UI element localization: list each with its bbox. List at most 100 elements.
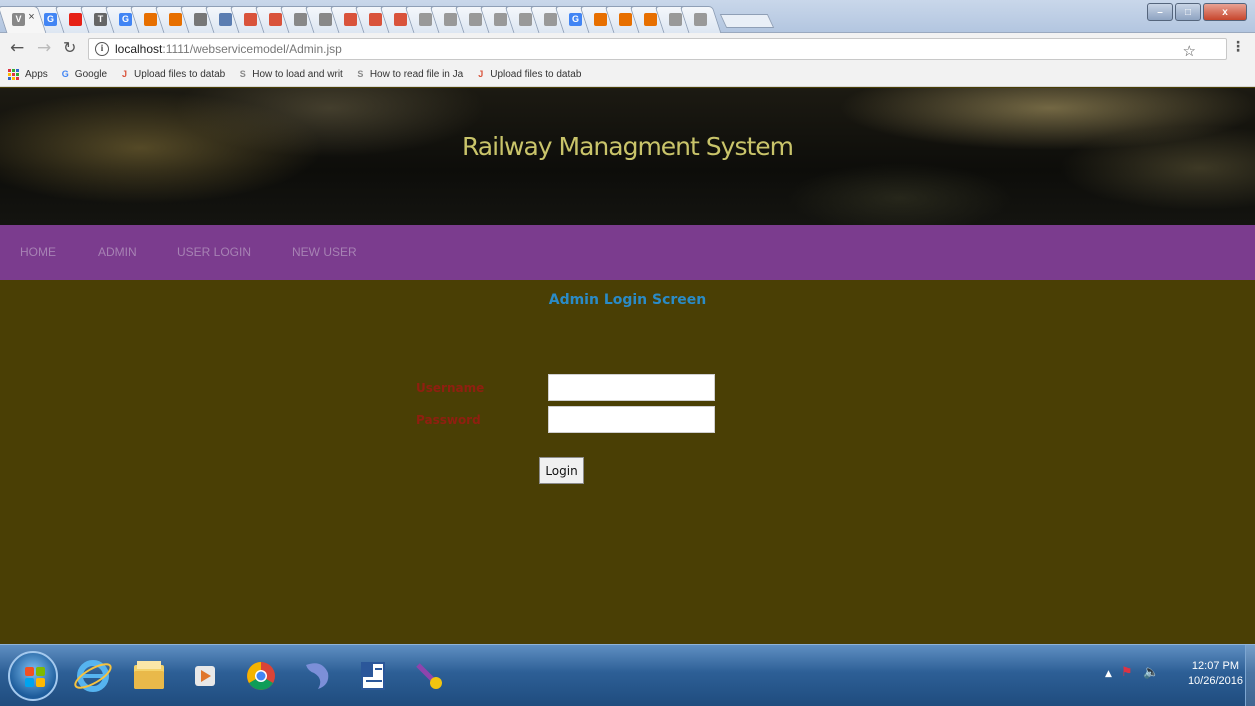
page-icon (419, 13, 432, 26)
google-icon: G (44, 13, 57, 26)
browser-toolbar: ← → ↻ i localhost:1111/webservicemodel/A… (0, 33, 1255, 63)
volume-icon[interactable]: 🔈 (1143, 665, 1159, 680)
apps-grid-dot (16, 77, 19, 81)
apps-grid-dot (12, 68, 15, 72)
apps-grid-dot (12, 72, 15, 76)
bookmark-star-icon[interactable]: ☆ (1183, 42, 1196, 60)
javatpoint-icon (369, 13, 382, 26)
close-tab-icon[interactable]: × (28, 11, 34, 23)
page-icon (694, 13, 707, 26)
apps-icon (8, 68, 20, 81)
java-icon (144, 13, 157, 26)
logo-red-quadrant (25, 667, 34, 676)
logo-green-quadrant (36, 667, 45, 676)
stackoverflow-icon (319, 13, 332, 26)
java-icon (644, 13, 657, 26)
nav-new-user[interactable]: NEW USER (292, 245, 357, 259)
eclipse-icon[interactable] (292, 651, 342, 701)
page-icon (494, 13, 507, 26)
javatpoint-icon: J (122, 69, 128, 79)
login-button[interactable]: Login (539, 457, 584, 484)
windows-taskbar: ▲ ⚑ 🔈 12:07 PM 10/26/2016 (0, 644, 1255, 706)
password-label: Password (416, 413, 481, 427)
netbeans-glyph (416, 663, 442, 689)
clock-date: 10/26/2016 (1187, 675, 1243, 687)
page-icon (469, 13, 482, 26)
window-controls: – □ x (1147, 3, 1247, 21)
address-bar[interactable]: i localhost:1111/webservicemodel/Admin.j… (88, 38, 1227, 60)
bookmark-label: Upload files to datab (490, 69, 582, 80)
internet-explorer-icon[interactable] (68, 651, 118, 701)
bookmark-label: How to read file in Ja (369, 69, 464, 80)
javatpoint-icon (344, 13, 357, 26)
apps-grid-dot (8, 72, 11, 76)
nav-admin[interactable]: ADMIN (98, 245, 137, 259)
bookmark-item[interactable]: J Upload files to datab (119, 69, 225, 80)
java-icon (619, 13, 632, 26)
bookmark-label: Apps (25, 69, 48, 80)
chrome-icon[interactable] (236, 651, 286, 701)
site-info-icon[interactable]: i (95, 42, 109, 56)
javatpoint-icon: J (478, 69, 484, 79)
java-icon (594, 13, 607, 26)
bookmark-label: How to load and writ (252, 69, 343, 80)
apps-grid-dot (16, 72, 19, 76)
apps-grid-dot (16, 68, 19, 72)
folder-glyph (134, 661, 164, 689)
netbeans-icon[interactable] (404, 651, 454, 701)
media-glyph (195, 666, 215, 686)
page-icon (669, 13, 682, 26)
translate-icon: T (94, 13, 107, 26)
java-icon (169, 13, 182, 26)
minimize-button[interactable]: – (1147, 3, 1173, 21)
show-desktop-button[interactable] (1245, 645, 1255, 706)
apps-grid-dot (8, 77, 11, 81)
page-icon (519, 13, 532, 26)
nav-home[interactable]: HOME (20, 245, 56, 259)
bookmark-item[interactable]: G Google (60, 69, 107, 80)
bookmark-item[interactable]: S How to load and writ (237, 69, 343, 80)
maximize-button[interactable]: □ (1175, 3, 1201, 21)
menu-kebab-icon[interactable]: ⋮ (1231, 39, 1245, 55)
back-arrow-icon[interactable]: ← (10, 38, 24, 58)
windows-logo-icon (25, 667, 45, 687)
username-input[interactable] (548, 374, 715, 401)
url-host: localhost (115, 42, 163, 56)
show-hidden-icons-icon[interactable]: ▲ (1105, 669, 1112, 679)
password-input[interactable] (548, 406, 715, 433)
google-icon: G (569, 13, 582, 26)
apps-grid-dot (12, 77, 15, 81)
clock-icon (194, 13, 207, 26)
dolphin-glyph (306, 663, 329, 689)
document-icon: V (12, 13, 25, 26)
close-window-button[interactable]: x (1203, 3, 1247, 21)
action-center-flag-icon[interactable]: ⚑ (1121, 665, 1133, 680)
javatpoint-icon (269, 13, 282, 26)
browser-tab-strip: V × G T G G – □ x (0, 0, 1255, 33)
globe-icon (219, 13, 232, 26)
tab-list: V × G T G G (0, 6, 775, 33)
page-icon (544, 13, 557, 26)
media-player-icon[interactable] (180, 651, 230, 701)
clock[interactable]: 12:07 PM 10/26/2016 (1188, 659, 1243, 689)
system-tray: ▲ ⚑ 🔈 12:07 PM 10/26/2016 (1095, 645, 1255, 706)
stackoverflow-icon (294, 13, 307, 26)
address-url[interactable]: localhost:1111/webservicemodel/Admin.jsp (115, 42, 342, 56)
bookmark-item[interactable]: S How to read file in Ja (355, 69, 463, 80)
forward-arrow-icon[interactable]: → (37, 38, 51, 58)
chrome-glyph (247, 662, 275, 690)
file-explorer-icon[interactable] (124, 651, 174, 701)
javatpoint-icon (394, 13, 407, 26)
nav-user-login[interactable]: USER LOGIN (177, 245, 251, 259)
clock-time: 12:07 PM (1191, 660, 1240, 672)
reload-icon[interactable]: ↻ (63, 38, 76, 57)
bookmark-item[interactable]: Apps (8, 68, 48, 81)
bookmark-label: Google (74, 69, 108, 80)
start-orb-icon[interactable] (8, 651, 58, 701)
ie-glyph (74, 660, 112, 692)
site-title: Railway Managment System (461, 132, 794, 161)
bookmark-item[interactable]: J Upload files to datab (475, 69, 581, 80)
word-icon[interactable] (348, 651, 398, 701)
word-glyph (361, 662, 385, 690)
new-tab-button[interactable] (719, 14, 775, 28)
